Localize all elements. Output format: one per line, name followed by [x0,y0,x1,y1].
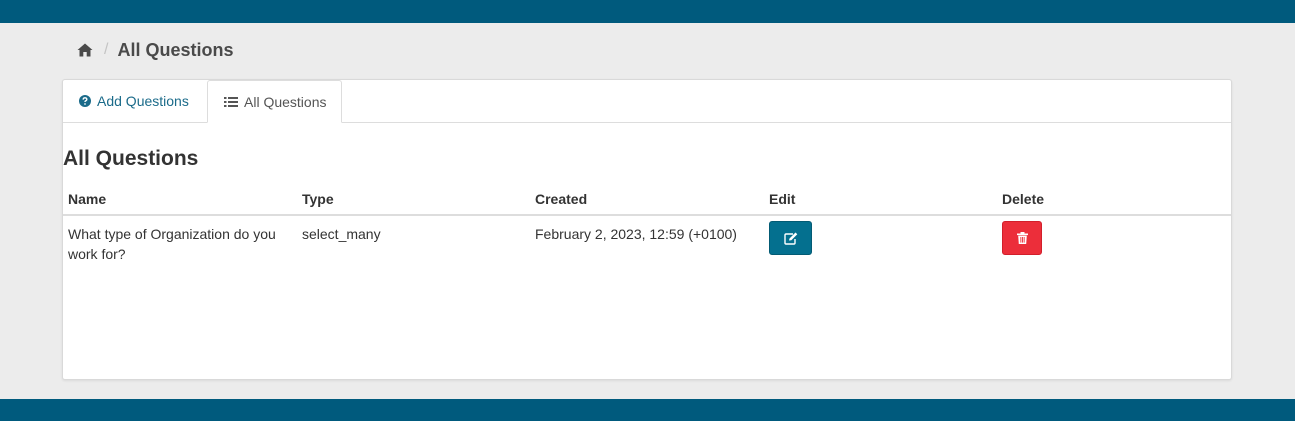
trash-icon [1016,232,1028,244]
column-header-type: Type [302,191,334,207]
delete-button[interactable] [1002,221,1042,255]
top-bar [0,0,1295,23]
questions-panel: Add Questions All Questions All Question… [62,79,1232,380]
question-created: February 2, 2023, 12:59 (+0100) [535,226,737,242]
questions-table: Name Type Created Edit Delete What type … [63,187,1231,266]
tab-label: Add Questions [97,93,189,109]
breadcrumb-separator: / [104,41,109,58]
column-header-created: Created [535,191,588,207]
section-title: All Questions [63,147,199,170]
edit-button[interactable] [769,221,812,255]
list-icon [224,96,238,107]
column-header-delete: Delete [1002,191,1045,207]
tab-bar: Add Questions All Questions [63,80,1231,123]
table-header: Name Type Created Edit Delete [63,187,1231,216]
home-icon[interactable] [77,43,93,57]
breadcrumb-current: All Questions [117,39,234,60]
question-type: select_many [302,226,381,242]
edit-icon [783,232,797,245]
tab-all-questions[interactable]: All Questions [207,80,342,123]
bottom-bar [0,399,1295,421]
column-header-edit: Edit [769,191,796,207]
column-header-name: Name [68,191,107,207]
tab-label: All Questions [244,93,327,110]
question-name: What type of Organization do you work fo… [68,226,276,262]
table-row: What type of Organization do you work fo… [63,216,1231,266]
tab-add-questions[interactable]: Add Questions [79,80,189,122]
breadcrumb: / All Questions [77,38,233,62]
question-circle-icon [79,95,91,107]
